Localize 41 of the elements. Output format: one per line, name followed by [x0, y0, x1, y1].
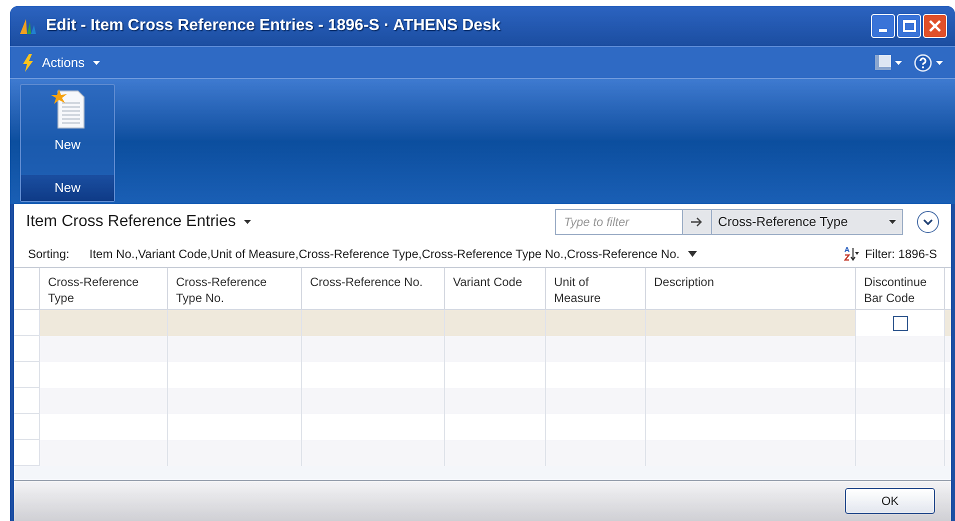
lightning-icon: [22, 54, 34, 72]
caret-icon: [936, 60, 943, 64]
caret-icon: [895, 60, 902, 64]
filter-field-dropdown[interactable]: Cross-Reference Type: [711, 209, 903, 235]
expand-button[interactable]: [917, 211, 939, 233]
new-button[interactable]: New: [21, 85, 114, 175]
column-header[interactable]: Variant Code: [445, 268, 546, 309]
maximize-button[interactable]: [897, 14, 921, 38]
column-header[interactable]: Discontinue Bar Code: [856, 268, 945, 309]
ribbon-group-label: New: [21, 175, 114, 201]
apply-filter-button[interactable]: [683, 209, 711, 235]
column-header[interactable]: Cross-Reference No.: [302, 268, 445, 309]
sorting-label: Sorting:: [28, 246, 70, 262]
minimize-button[interactable]: [871, 14, 895, 38]
close-button[interactable]: [923, 14, 947, 38]
layout-button[interactable]: [875, 55, 902, 70]
ok-button[interactable]: OK: [845, 488, 935, 514]
column-header[interactable]: Cross-Reference Type: [40, 268, 168, 309]
help-button[interactable]: [914, 54, 943, 72]
checkbox[interactable]: [892, 316, 908, 330]
actions-menu[interactable]: Actions: [42, 52, 100, 72]
help-icon: [914, 54, 932, 72]
column-header[interactable]: Description: [646, 268, 856, 309]
sorting-dropdown[interactable]: Item No.,Variant Code,Unit of Measure,Cross-Reference Type,Cross-Reference Type No.,Cross-Reference No.: [89, 244, 697, 262]
arrow-right-icon: [691, 217, 703, 227]
new-document-icon: [50, 89, 86, 129]
filter-field[interactable]: Type to filter: [555, 209, 683, 235]
panel-layout-icon: [875, 55, 891, 70]
chevron-down-icon: [923, 219, 933, 225]
sort-order-icon: [844, 246, 859, 260]
list-title-menu[interactable]: Item Cross Reference Entries: [26, 210, 251, 234]
close-icon: [928, 19, 942, 33]
filter-text: Filter: 1896-S: [864, 246, 937, 262]
column-header[interactable]: Cross-Reference Type No.: [168, 268, 302, 309]
window-title: Edit - Item Cross Reference Entries - 1896-S · ATHENS Desk: [46, 16, 500, 36]
caret-icon: [688, 250, 697, 256]
caret-icon: [889, 220, 896, 224]
caret-icon: [244, 220, 251, 224]
column-header[interactable]: Unit of Measure: [546, 268, 646, 309]
caret-icon: [92, 60, 100, 64]
app-logo-icon: [18, 17, 38, 35]
